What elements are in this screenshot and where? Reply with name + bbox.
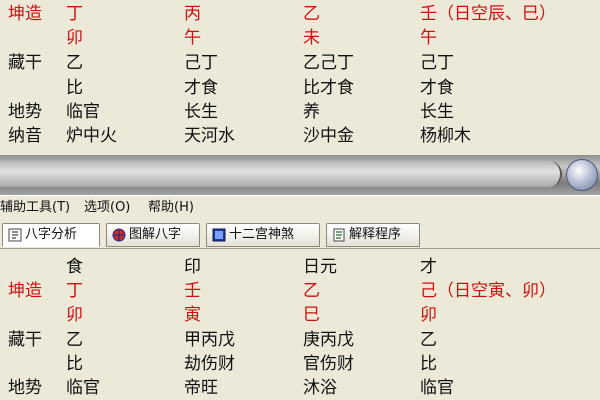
- year-pillar-branch: 卯: [66, 305, 83, 325]
- tab-label: 图解八字: [129, 227, 182, 242]
- month-pillar-branch: 午: [184, 28, 201, 48]
- hidden-stem: 己丁: [420, 53, 454, 73]
- ten-god: 劫伤财: [184, 354, 235, 374]
- bottom-bazi-chart: 食 印 日元 才 坤造 丁 壬 乙 己（日空寅、卯） 卯 寅 巳 卯 藏干 乙 …: [0, 250, 600, 400]
- tab-twelve-palaces[interactable]: 十二宫神煞: [206, 223, 320, 247]
- hidden-stem: 乙: [66, 330, 83, 350]
- window-control-button[interactable]: [566, 159, 598, 191]
- nayin: 天河水: [184, 126, 235, 146]
- bottom-row-3: 卯 寅 巳 卯: [0, 304, 600, 326]
- menu-options[interactable]: 选项(O): [84, 198, 130, 218]
- hidden-stem: 甲丙戊: [184, 330, 235, 350]
- hour-pillar-branch: 卯: [420, 305, 437, 325]
- top-row-4: 比 才食 比才食 才食: [0, 77, 600, 99]
- row-label: 坤造: [8, 281, 42, 301]
- growth-phase: 长生: [420, 102, 454, 122]
- month-pillar-branch: 寅: [184, 305, 201, 325]
- top-bazi-chart: 坤造 丁 丙 乙 壬（日空辰、巳） 卯 午 未 午 藏干 乙 己丁 乙己丁 己丁…: [0, 0, 600, 155]
- day-pillar-stem: 乙: [303, 281, 320, 301]
- nayin: 杨柳木: [420, 126, 471, 146]
- growth-phase: 临官: [66, 102, 100, 122]
- tab-toolbar: 八字分析 图解八字 十二宫神煞 解释程序: [0, 220, 600, 249]
- bottom-row-6: 地势 临官 帝旺 沐浴 临官: [0, 377, 600, 399]
- growth-phase: 帝旺: [184, 378, 218, 398]
- top-row-5: 地势 临官 长生 养 长生: [0, 101, 600, 123]
- ten-god: 才食: [420, 78, 454, 98]
- tab-bazi-analysis[interactable]: 八字分析: [2, 223, 100, 247]
- tab-label: 八字分析: [25, 227, 78, 242]
- menu-bar: 辅助工具(T) 选项(O) 帮助(H): [0, 195, 600, 221]
- ten-god: 官伤财: [303, 354, 354, 374]
- tab-label: 十二宫神煞: [229, 227, 295, 242]
- month-pillar-stem: 丙: [184, 4, 201, 24]
- row-label: 藏干: [8, 53, 42, 73]
- hidden-stem: 庚丙戊: [303, 330, 354, 350]
- ten-god-stem: 才: [420, 257, 437, 277]
- day-pillar-stem: 乙: [303, 4, 320, 24]
- row-label: 地势: [8, 378, 42, 398]
- tab-illustrated-bazi[interactable]: 图解八字: [106, 223, 200, 247]
- chart-icon: [112, 228, 126, 242]
- tab-interpretation[interactable]: 解释程序: [326, 223, 420, 247]
- growth-phase: 临官: [420, 378, 454, 398]
- top-row-2: 卯 午 未 午: [0, 27, 600, 49]
- hour-pillar-stem: 己（日空寅、卯）: [420, 281, 556, 301]
- ten-god-stem: 印: [184, 257, 201, 277]
- growth-phase: 沐浴: [303, 378, 337, 398]
- hidden-stem: 乙: [420, 330, 437, 350]
- hidden-stem: 乙己丁: [303, 53, 354, 73]
- month-pillar-stem: 壬: [184, 281, 201, 301]
- menu-help[interactable]: 帮助(H): [148, 198, 194, 218]
- nayin: 沙中金: [303, 126, 354, 146]
- bazi-icon: [8, 228, 22, 242]
- title-bar-strip: [0, 161, 562, 187]
- nayin: 炉中火: [66, 126, 117, 146]
- tab-label: 解释程序: [349, 227, 402, 242]
- row-label: 地势: [8, 102, 42, 122]
- ten-god: 比: [420, 354, 437, 374]
- ten-god: 比才食: [303, 78, 354, 98]
- ten-god: 比: [66, 78, 83, 98]
- row-label: 藏干: [8, 330, 42, 350]
- day-pillar-branch: 巳: [303, 305, 320, 325]
- bottom-row-5: 比 劫伤财 官伤财 比: [0, 353, 600, 375]
- growth-phase: 养: [303, 102, 320, 122]
- year-pillar-stem: 丁: [66, 4, 83, 24]
- day-master: 日元: [303, 257, 337, 277]
- hidden-stem: 乙: [66, 53, 83, 73]
- menu-tools[interactable]: 辅助工具(T): [0, 198, 70, 218]
- row-label: 纳音: [8, 126, 42, 146]
- growth-phase: 临官: [66, 378, 100, 398]
- year-pillar-stem: 丁: [66, 281, 83, 301]
- top-row-1: 坤造 丁 丙 乙 壬（日空辰、巳）: [0, 3, 600, 25]
- top-row-6: 纳音 炉中火 天河水 沙中金 杨柳木: [0, 125, 600, 147]
- ten-god: 比: [66, 354, 83, 374]
- hour-pillar-branch: 午: [420, 28, 437, 48]
- document-icon: [333, 228, 345, 242]
- top-row-3: 藏干 乙 己丁 乙己丁 己丁: [0, 52, 600, 74]
- year-pillar-branch: 卯: [66, 28, 83, 48]
- hidden-stem: 己丁: [184, 53, 218, 73]
- grid-icon: [212, 228, 226, 242]
- ten-god: 才食: [184, 78, 218, 98]
- hour-pillar-stem: 壬（日空辰、巳）: [420, 4, 556, 24]
- ten-god-stem: 食: [66, 257, 83, 277]
- bottom-row-1: 食 印 日元 才: [0, 256, 600, 278]
- growth-phase: 长生: [184, 102, 218, 122]
- bottom-row-2: 坤造 丁 壬 乙 己（日空寅、卯）: [0, 280, 600, 302]
- window-title-bar[interactable]: [0, 155, 600, 195]
- bottom-row-4: 藏干 乙 甲丙戊 庚丙戊 乙: [0, 329, 600, 351]
- day-pillar-branch: 未: [303, 28, 320, 48]
- row-label: 坤造: [8, 4, 42, 24]
